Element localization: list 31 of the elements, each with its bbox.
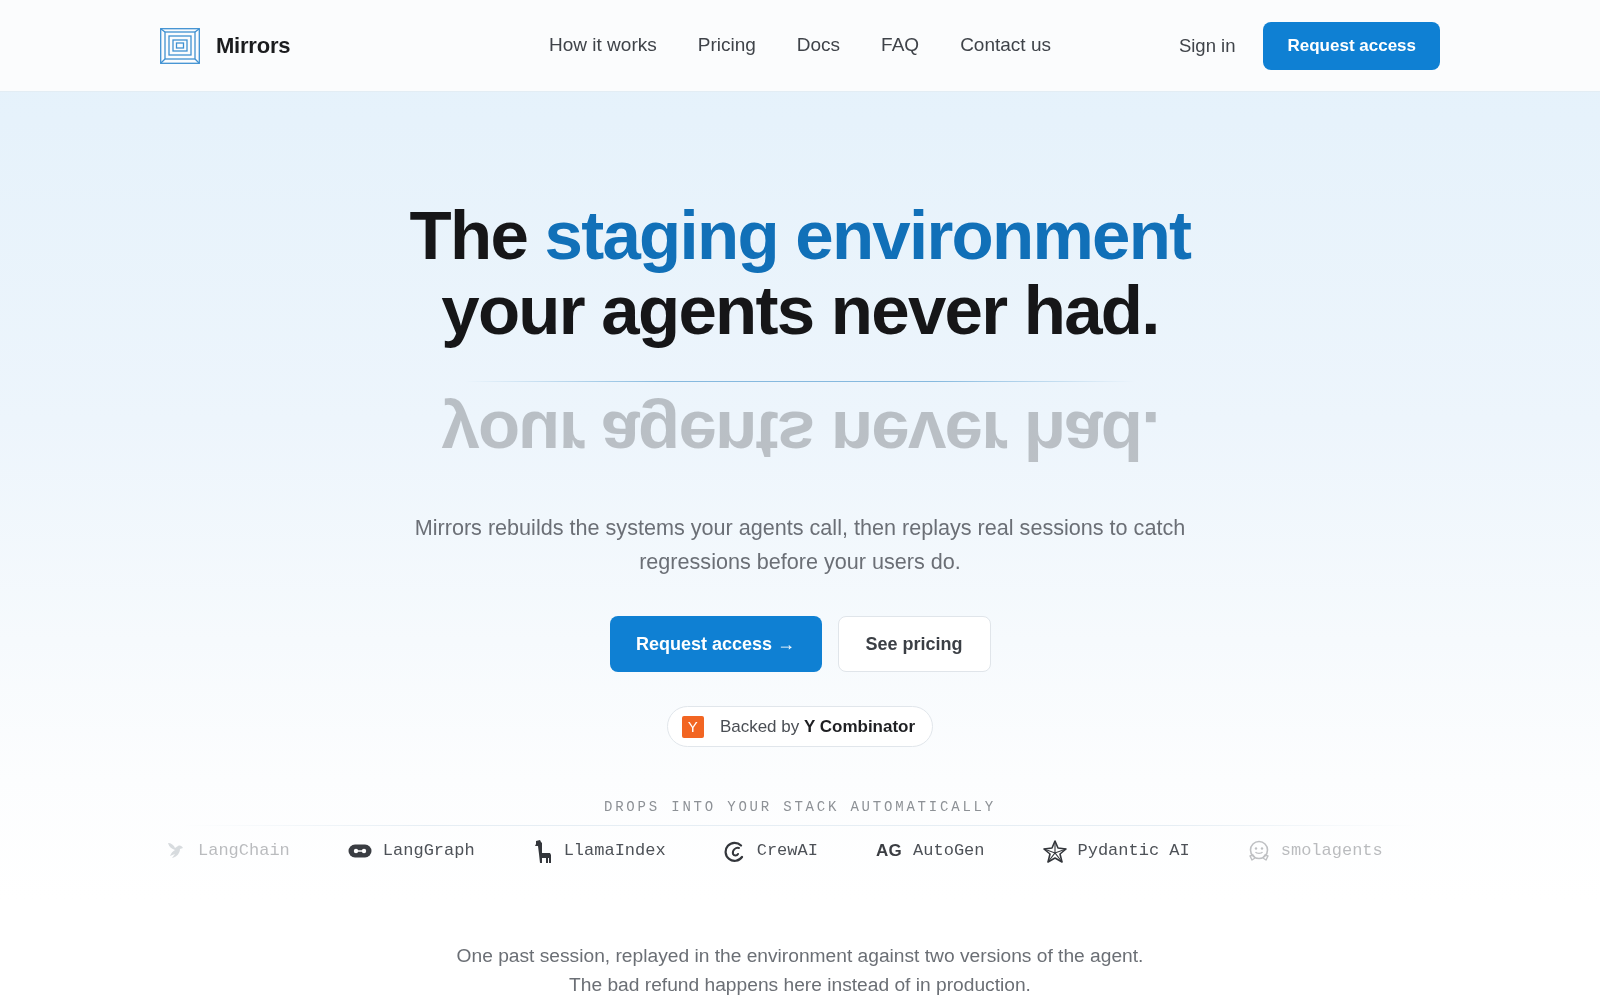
- integration-name: smolagents: [1280, 840, 1383, 863]
- see-pricing-button[interactable]: See pricing: [837, 616, 991, 672]
- integration-name: LangChain: [198, 840, 290, 863]
- letter-logo: Y: [681, 715, 704, 738]
- integration-name: LangGraph: [382, 840, 475, 863]
- hero-subtitle: Mirrors rebuilds the systems your agents call, then replays real sessions to catch regressions before your users do.: [413, 514, 1187, 576]
- demo-caption: The bad refund happens here instead of in production.: [568, 973, 1032, 997]
- nav-link[interactable]: Contact us: [960, 31, 1051, 60]
- section-label: DROPS INTO YOUR STACK AUTOMATICALLY: [602, 798, 998, 817]
- hero-title: The staging environment your agents never had.: [408, 198, 1192, 348]
- demo-caption: One past session, replayed in the environment against two versions of the agent.: [455, 944, 1145, 968]
- request-access-button[interactable]: Request access →: [609, 616, 822, 672]
- integration-name: CrewAI: [756, 840, 818, 863]
- nav-link[interactable]: Pricing: [697, 31, 756, 60]
- monogram-logo: AG: [875, 840, 903, 863]
- logo-icon: [160, 27, 200, 64]
- request-access-button[interactable]: Request access: [1263, 21, 1440, 70]
- integration-name: LlamaIndex: [563, 840, 666, 863]
- nav-link[interactable]: How it works: [549, 31, 657, 60]
- integration-name: AutoGen: [913, 840, 985, 863]
- pill-icon: [347, 844, 372, 858]
- swirl-icon: [723, 840, 746, 862]
- sign-in-link[interactable]: Sign in: [1178, 31, 1236, 60]
- integration-name: Pydantic AI: [1077, 840, 1190, 863]
- nav-link[interactable]: Docs: [796, 31, 841, 60]
- smiley-icon: [1247, 840, 1270, 862]
- brand-name[interactable]: Mirrors: [216, 29, 291, 62]
- nav-link[interactable]: FAQ: [881, 31, 920, 60]
- llama-icon: [532, 839, 553, 863]
- backer-text: Backed by Y Combinator: [719, 715, 916, 738]
- star-icon: [1042, 839, 1067, 863]
